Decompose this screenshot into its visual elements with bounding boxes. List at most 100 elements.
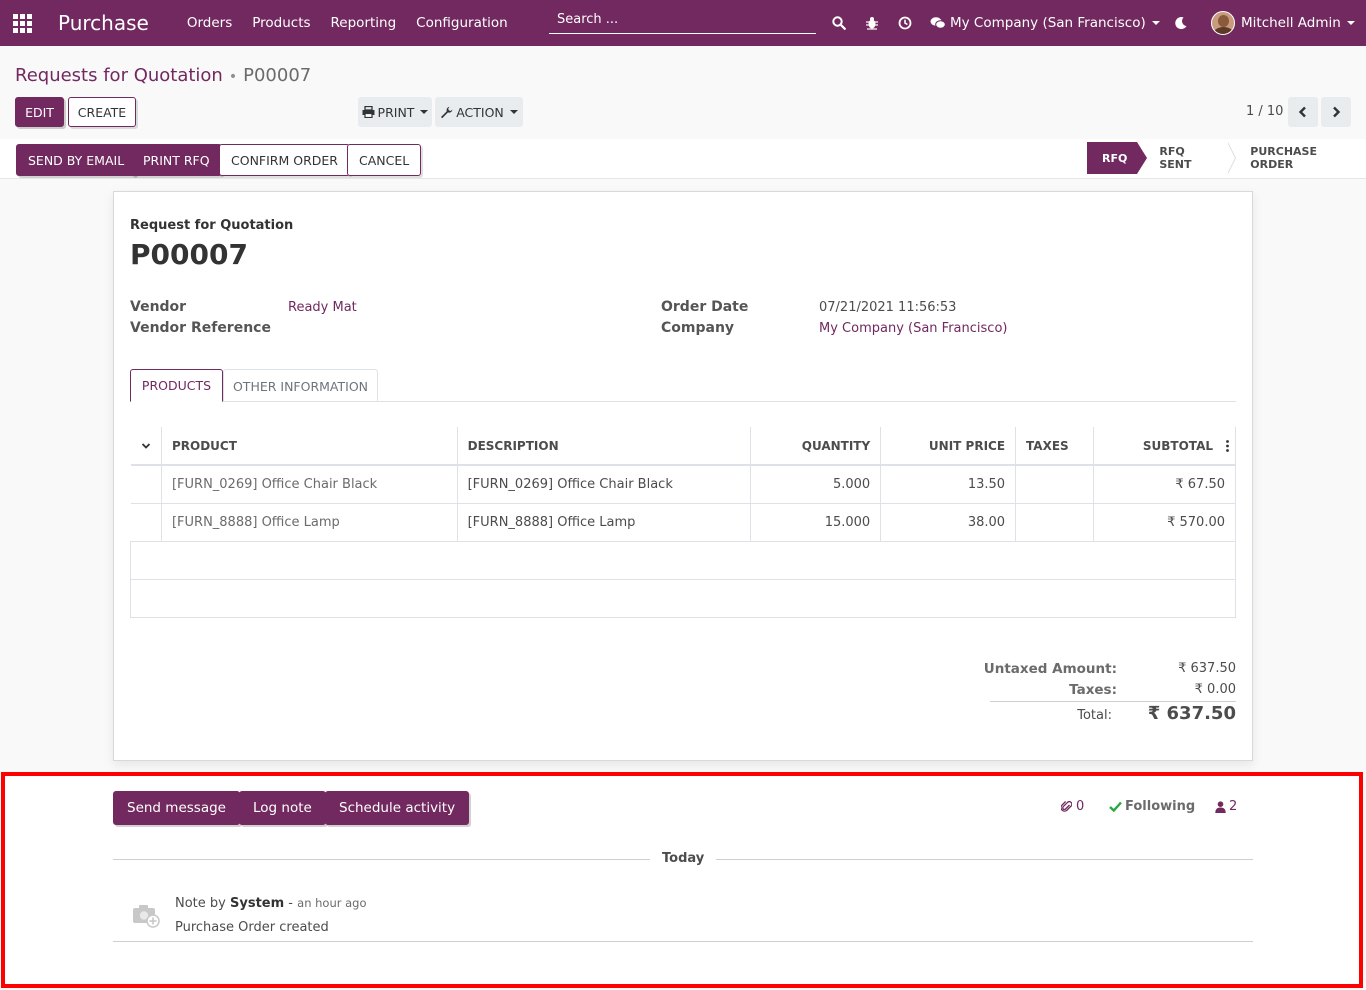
message-body: Purchase Order created: [175, 920, 329, 935]
confirm-order-button[interactable]: CONFIRM ORDER: [219, 144, 350, 176]
printer-icon: [362, 106, 375, 118]
following-label: Following: [1125, 799, 1196, 814]
line-description[interactable]: [FURN_0269] Office Chair Black: [457, 465, 752, 504]
column-header-product[interactable]: PRODUCT: [161, 427, 458, 466]
top-menu: Orders Products Reporting Configuration: [177, 15, 518, 31]
total-value: ₹ 637.50: [1147, 703, 1236, 724]
line-taxes[interactable]: [1015, 503, 1095, 542]
table-row[interactable]: [FURN_0269] Office Chair Black [FURN_026…: [130, 465, 1236, 504]
company-switcher[interactable]: My Company (San Francisco): [950, 0, 1160, 46]
notebook-tabs: PRODUCTS OTHER INFORMATION: [130, 369, 1236, 402]
document-name: P00007: [130, 238, 248, 271]
line-quantity[interactable]: 5.000: [750, 465, 882, 504]
pager-value[interactable]: 1 / 10: [1246, 104, 1283, 119]
wrench-icon: [441, 106, 453, 118]
column-header-quantity[interactable]: QUANTITY: [750, 427, 882, 466]
order-lines-table: PRODUCT DESCRIPTION QUANTITY UNIT PRICE …: [130, 427, 1236, 618]
send-by-email-button[interactable]: SEND BY EMAIL: [16, 144, 137, 176]
search-icon[interactable]: [822, 0, 855, 46]
order-date-field[interactable]: 07/21/2021 11:56:53: [819, 300, 956, 315]
line-subtotal: ₹ 67.50: [1093, 465, 1236, 504]
log-note-button[interactable]: Log note: [239, 791, 326, 825]
vendor-field[interactable]: Ready Mat: [288, 300, 357, 315]
message-time: an hour ago: [297, 896, 367, 910]
form-statusbar: SEND BY EMAIL PRINT RFQ CONFIRM ORDER CA…: [0, 139, 1366, 179]
stage-purchase-order[interactable]: PURCHASE ORDER: [1228, 142, 1366, 174]
vendor-label: Vendor: [130, 299, 187, 315]
menu-configuration[interactable]: Configuration: [406, 15, 518, 31]
attachments-button[interactable]: 0: [1061, 799, 1084, 814]
status-stages: RFQ RFQ SENT PURCHASE ORDER: [1087, 142, 1366, 174]
tab-other-information[interactable]: OTHER INFORMATION: [223, 369, 378, 402]
table-header-row: PRODUCT DESCRIPTION QUANTITY UNIT PRICE …: [130, 427, 1236, 466]
user-name: Mitchell Admin: [1241, 15, 1341, 31]
company-field[interactable]: My Company (San Francisco): [819, 321, 1007, 336]
column-header-subtotal[interactable]: SUBTOTAL: [1093, 427, 1236, 466]
pager-next-button[interactable]: [1321, 97, 1351, 127]
taxes-value: ₹ 0.00: [1194, 682, 1236, 697]
message-prefix: Note by: [175, 896, 226, 911]
breadcrumb-parent[interactable]: Requests for Quotation: [15, 65, 223, 86]
breadcrumb: Requests for Quotation • P00007: [15, 65, 311, 86]
date-separator-label: Today: [650, 851, 717, 866]
send-message-button[interactable]: Send message: [113, 791, 240, 825]
untaxed-amount-row: Untaxed Amount: ₹ 637.50: [984, 661, 1236, 681]
stage-rfq-sent[interactable]: RFQ SENT: [1137, 142, 1237, 174]
line-quantity[interactable]: 15.000: [750, 503, 882, 542]
debug-bug-icon[interactable]: [855, 0, 888, 46]
camera-avatar-icon: [131, 899, 163, 931]
schedule-activity-button[interactable]: Schedule activity: [325, 791, 470, 825]
table-row[interactable]: [FURN_8888] Office Lamp [FURN_8888] Offi…: [130, 503, 1236, 542]
subtotal-header-label: SUBTOTAL: [1142, 438, 1213, 453]
action-label: ACTION: [456, 104, 504, 120]
line-unit-price[interactable]: 13.50: [880, 465, 1017, 504]
chevron-left-icon: [1298, 106, 1306, 118]
line-unit-price[interactable]: 38.00: [880, 503, 1017, 542]
avatar: [1211, 11, 1235, 35]
clock-activity-icon[interactable]: [888, 0, 921, 46]
form-sheet: Request for Quotation P00007 Vendor Read…: [113, 191, 1253, 761]
following-button[interactable]: Following: [1109, 799, 1195, 814]
line-subtotal: ₹ 570.00: [1093, 503, 1236, 542]
search-input[interactable]: [549, 12, 816, 27]
line-description[interactable]: [FURN_8888] Office Lamp: [457, 503, 752, 542]
apps-menu-icon[interactable]: [2, 0, 42, 46]
edit-button[interactable]: EDIT: [15, 97, 64, 127]
check-icon: [1109, 801, 1122, 812]
print-dropdown[interactable]: PRINT: [358, 97, 432, 127]
taxes-row: Taxes: ₹ 0.00: [990, 682, 1236, 702]
followers-button[interactable]: 2: [1215, 799, 1237, 814]
cancel-button[interactable]: CANCEL: [347, 144, 422, 176]
line-product[interactable]: [FURN_8888] Office Lamp: [161, 503, 458, 542]
chevron-down-icon: [1151, 21, 1160, 25]
empty-row[interactable]: [130, 579, 1236, 618]
column-header-unit-price[interactable]: UNIT PRICE: [880, 427, 1017, 466]
line-taxes[interactable]: [1015, 465, 1095, 504]
tab-products[interactable]: PRODUCTS: [130, 369, 223, 402]
menu-products[interactable]: Products: [242, 15, 320, 31]
pager-previous-button[interactable]: [1288, 97, 1318, 127]
message-dash: -: [288, 896, 293, 911]
totals-divider: [990, 701, 1236, 702]
line-product[interactable]: [FURN_0269] Office Chair Black: [161, 465, 458, 504]
column-header-description[interactable]: DESCRIPTION: [457, 427, 752, 466]
dark-mode-moon-icon[interactable]: [1170, 0, 1192, 46]
action-dropdown[interactable]: ACTION: [435, 97, 523, 127]
menu-orders[interactable]: Orders: [177, 15, 242, 31]
row-toggle-header[interactable]: [130, 427, 162, 466]
stage-rfq[interactable]: RFQ: [1087, 142, 1148, 174]
menu-reporting[interactable]: Reporting: [321, 15, 407, 31]
optional-columns-icon[interactable]: [1226, 440, 1229, 452]
column-header-taxes[interactable]: TAXES: [1015, 427, 1095, 466]
empty-row[interactable]: [130, 541, 1236, 580]
chevron-down-icon: [509, 110, 518, 114]
user-menu[interactable]: Mitchell Admin: [1211, 0, 1355, 46]
taxes-label: Taxes:: [1069, 682, 1117, 698]
chevron-down-icon: [141, 442, 150, 449]
app-brand[interactable]: Purchase: [58, 11, 149, 35]
create-button[interactable]: CREATE: [68, 97, 136, 127]
print-rfq-button[interactable]: PRINT RFQ: [131, 144, 222, 176]
message-author[interactable]: System: [230, 896, 284, 911]
global-search: [549, 6, 816, 34]
attachments-count: 0: [1076, 799, 1085, 814]
